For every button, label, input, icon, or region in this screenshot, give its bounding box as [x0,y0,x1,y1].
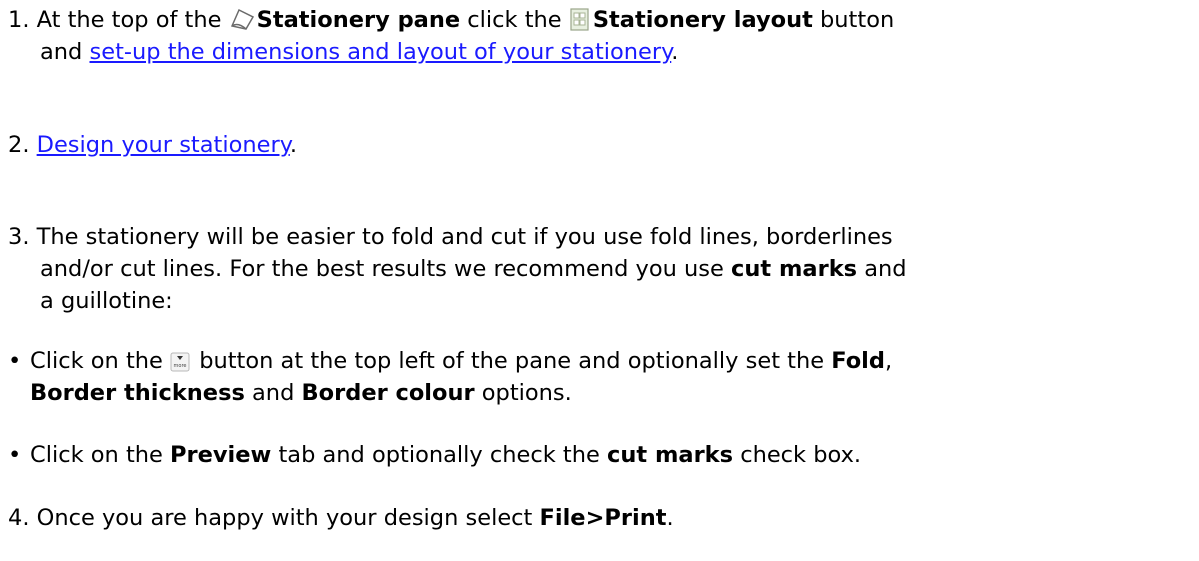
bullet-text: button at the top left of the pane and o… [199,348,825,374]
fold-option-label: Fold [831,348,885,374]
step-1-line-2: and set-up the dimensions and layout of … [0,36,1185,68]
border-colour-label: Border colour [301,380,475,406]
step-text: At the top of the [36,7,222,33]
step-3: 3. The stationery will be easier to fold… [0,221,1185,317]
step-2: 2. Design your stationery. [0,129,1185,161]
step-3-line-3: a guillotine: [0,285,1185,317]
bullet-1: • Click on the more button at the top lef… [0,345,1185,409]
bullet-text: check box. [740,442,862,468]
step-number: 1. [8,7,30,33]
svg-text:more: more [174,363,187,369]
bullet-1-line-1: • Click on the more button at the top lef… [0,345,1185,377]
step-number: 3. [8,224,30,250]
file-print-menu-label: File>Print [539,505,667,531]
bullet-text: Click on the [30,442,163,468]
bullet-text: , [885,348,893,374]
step-text: and [864,256,907,282]
bullet-text: tab and optionally check the [278,442,600,468]
stationery-pane-icon [229,7,255,31]
step-text: . [289,132,297,158]
bullet-symbol: • [8,442,22,468]
more-button-icon: more [170,352,190,372]
step-number: 2. [8,132,30,158]
step-text: button [820,7,895,33]
bullet-text: and [252,380,295,406]
step-1: 1. At the top of the Stationery pane cli… [0,4,1185,68]
setup-dimensions-link[interactable]: set-up the dimensions and layout of your… [90,39,672,65]
border-thickness-label: Border thickness [30,380,245,406]
preview-tab-label: Preview [170,442,272,468]
bullet-text: Click on the [30,348,163,374]
step-2-line-1: 2. Design your stationery. [0,129,1185,161]
step-text: . [671,39,679,65]
bullet-2: • Click on the Preview tab and optionally… [0,439,1185,471]
stationery-layout-label: Stationery layout [592,7,813,33]
step-text: . [666,505,674,531]
stationery-pane-label: Stationery pane [256,7,461,33]
step-text: a guillotine: [40,288,173,314]
step-4: 4. Once you are happy with your design s… [0,502,1185,534]
step-text: Once you are happy with your design sele… [36,505,533,531]
cut-marks-label: cut marks [731,256,858,282]
step-text: click the [467,7,562,33]
step-text: and [40,39,83,65]
step-1-line-1: 1. At the top of the Stationery pane cli… [0,4,1185,36]
bullet-symbol: • [8,348,22,374]
design-stationery-link[interactable]: Design your stationery [37,132,290,158]
step-number: 4. [8,505,30,531]
bullet-text: options. [481,380,572,406]
step-text: The stationery will be easier to fold an… [36,224,893,250]
step-text: and/or cut lines. For the best results w… [40,256,724,282]
step-3-line-1: 3. The stationery will be easier to fold… [0,221,1185,253]
step-3-line-2: and/or cut lines. For the best results w… [0,253,1185,285]
cut-marks-checkbox-label: cut marks [607,442,734,468]
step-4-line-1: 4. Once you are happy with your design s… [0,502,1185,534]
bullet-1-line-2: Border thickness and Border colour optio… [0,377,1185,409]
bullet-2-line-1: • Click on the Preview tab and optionally… [0,439,1185,471]
stationery-layout-icon [569,7,591,31]
